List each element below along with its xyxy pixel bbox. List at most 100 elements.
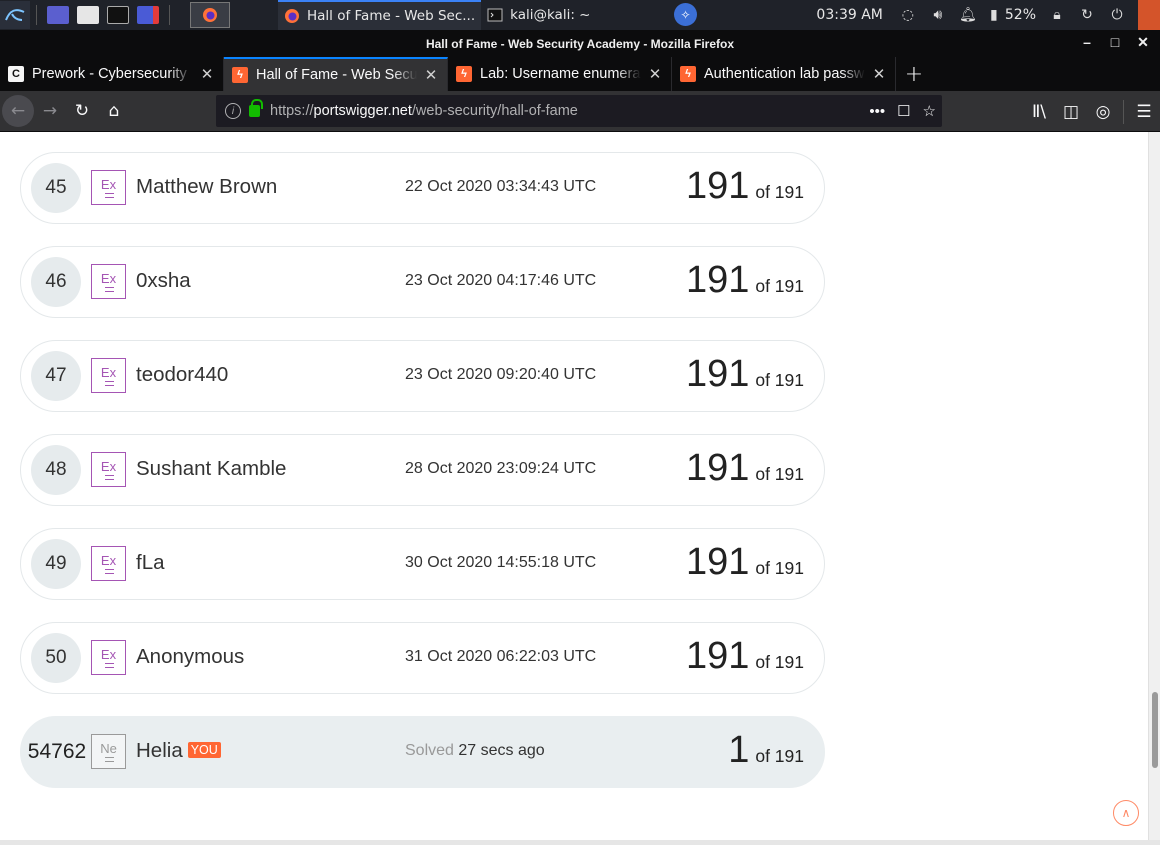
home-button[interactable]: ⌂ bbox=[98, 95, 130, 127]
kali-menu-icon[interactable] bbox=[0, 1, 30, 29]
leaderboard-row: 48 Ex Sushant Kamble 28 Oct 2020 23:09:2… bbox=[20, 434, 825, 506]
pocket-icon[interactable]: ☐ bbox=[897, 102, 910, 120]
rank-number: 45 bbox=[31, 163, 81, 213]
network-manager-icon[interactable]: ✧ bbox=[674, 3, 697, 26]
sync-icon[interactable]: ◌ bbox=[898, 5, 918, 25]
secure-lock-icon[interactable] bbox=[249, 99, 263, 117]
score-value: 191 bbox=[685, 165, 750, 207]
score: 191 of 191 bbox=[686, 165, 804, 208]
expert-badge-icon: Ex bbox=[91, 452, 126, 487]
tab-close-icon[interactable]: ✕ bbox=[199, 65, 215, 83]
taskbar-task-label: Hall of Fame - Web Sec... bbox=[307, 8, 476, 24]
rank-number: 48 bbox=[31, 445, 81, 495]
tab-label: Hall of Fame - Web Security Academy bbox=[256, 67, 417, 83]
site-info-icon[interactable]: i bbox=[225, 103, 241, 119]
user-name[interactable]: Helia YOU bbox=[136, 739, 221, 763]
score-value: 191 bbox=[685, 635, 750, 677]
lock-screen-icon[interactable]: 🔒︎ bbox=[1047, 5, 1067, 25]
you-badge: YOU bbox=[187, 742, 221, 758]
user-name[interactable]: Sushant Kamble bbox=[136, 457, 286, 481]
maximize-icon[interactable]: □ bbox=[1108, 34, 1122, 51]
leaderboard-row: 47 Ex teodor440 23 Oct 2020 09:20:40 UTC… bbox=[20, 340, 825, 412]
clock[interactable]: 03:39 AM bbox=[816, 7, 882, 23]
tab-lab-username-enumeration[interactable]: ϟ Lab: Username enumeration ✕ bbox=[448, 57, 672, 91]
rank-number: 50 bbox=[31, 633, 81, 683]
tab-auth-lab-passwords[interactable]: ϟ Authentication lab passwords ✕ bbox=[672, 57, 896, 91]
score-value: 191 bbox=[685, 447, 750, 489]
portswigger-favicon-icon: ϟ bbox=[680, 66, 696, 82]
forward-button[interactable]: → bbox=[34, 95, 66, 127]
bookmark-star-icon[interactable]: ☆ bbox=[923, 102, 936, 120]
volume-icon[interactable]: 🔊︎ bbox=[928, 5, 948, 25]
desktop-icon[interactable] bbox=[47, 6, 69, 24]
score: 191 of 191 bbox=[686, 259, 804, 302]
taskbar-task-terminal[interactable]: kali@kali: ~ bbox=[481, 0, 596, 30]
refresh-session-icon[interactable]: ↻ bbox=[1077, 5, 1097, 25]
window-title: Hall of Fame - Web Security Academy - Mo… bbox=[425, 36, 735, 51]
score-total: of 191 bbox=[755, 746, 804, 766]
page-actions-icon[interactable]: ••• bbox=[869, 103, 885, 120]
completion-date: 23 Oct 2020 04:17:46 UTC bbox=[405, 272, 597, 289]
scroll-to-top-icon[interactable]: ∧ bbox=[1113, 800, 1139, 826]
url-scheme: https:// bbox=[270, 103, 314, 119]
scrollbar-thumb[interactable] bbox=[1152, 692, 1158, 768]
completion-date: 22 Oct 2020 03:34:43 UTC bbox=[405, 178, 597, 195]
taskbar-task-firefox[interactable]: Hall of Fame - Web Sec... bbox=[278, 0, 482, 30]
power-icon[interactable]: ⏻ bbox=[1107, 5, 1127, 25]
firefox-launcher-icon[interactable] bbox=[190, 2, 230, 28]
user-name[interactable]: Anonymous bbox=[136, 645, 244, 669]
page-scrollbar[interactable] bbox=[1148, 132, 1160, 840]
reload-button[interactable]: ↻ bbox=[66, 95, 98, 127]
score-total: of 191 bbox=[755, 464, 804, 484]
terminal-launcher-icon[interactable] bbox=[107, 6, 129, 24]
close-window-icon[interactable]: ✕ bbox=[1136, 34, 1150, 51]
user-name[interactable]: Matthew Brown bbox=[136, 175, 277, 199]
battery-icon[interactable]: ▮ bbox=[988, 5, 1000, 25]
completion-date: 30 Oct 2020 14:55:18 UTC bbox=[405, 554, 597, 571]
url-bar[interactable]: i https://portswigger.net/web-security/h… bbox=[216, 95, 942, 127]
leaderboard-row: 50 Ex Anonymous 31 Oct 2020 06:22:03 UTC… bbox=[20, 622, 825, 694]
new-tab-button[interactable]: + bbox=[896, 57, 932, 91]
tab-prework[interactable]: C Prework - Cybersecurity ✕ bbox=[0, 57, 224, 91]
user-name[interactable]: 0xsha bbox=[136, 269, 191, 293]
tab-hall-of-fame[interactable]: ϟ Hall of Fame - Web Security Academy ✕ bbox=[224, 57, 448, 91]
terminal-icon bbox=[487, 8, 503, 22]
notification-bell-icon[interactable]: 🔔︎ bbox=[958, 5, 978, 25]
expert-badge-icon: Ex bbox=[91, 358, 126, 393]
library-icon[interactable]: Ⅱ\ bbox=[1023, 96, 1055, 128]
user-name-text: Helia bbox=[136, 739, 183, 762]
rank-number: 46 bbox=[31, 257, 81, 307]
tab-label: Lab: Username enumeration bbox=[480, 66, 641, 82]
user-name[interactable]: teodor440 bbox=[136, 363, 228, 387]
solved-time: Solved 27 secs ago bbox=[405, 742, 545, 760]
score-total: of 191 bbox=[755, 182, 804, 202]
account-icon[interactable]: ◎ bbox=[1087, 96, 1119, 128]
back-button[interactable]: ← bbox=[2, 95, 34, 127]
newbie-badge-icon: Ne bbox=[91, 734, 126, 769]
window-titlebar: Hall of Fame - Web Security Academy - Mo… bbox=[0, 30, 1160, 57]
leaderboard-row: 49 Ex fLa 30 Oct 2020 14:55:18 UTC 191 of… bbox=[20, 528, 825, 600]
score: 191 of 191 bbox=[686, 635, 804, 678]
firefox-icon bbox=[285, 9, 299, 23]
tab-close-icon[interactable]: ✕ bbox=[423, 66, 439, 84]
score: 1 of 191 bbox=[728, 729, 804, 772]
file-manager-icon[interactable] bbox=[77, 6, 99, 24]
taskbar-separator bbox=[169, 5, 170, 25]
score-value: 191 bbox=[685, 259, 750, 301]
leaderboard-row: 45 Ex Matthew Brown 22 Oct 2020 03:34:43… bbox=[20, 152, 825, 224]
screen-recorder-icon[interactable] bbox=[137, 6, 159, 24]
tab-close-icon[interactable]: ✕ bbox=[647, 65, 663, 83]
tab-close-icon[interactable]: ✕ bbox=[871, 65, 887, 83]
user-name[interactable]: fLa bbox=[136, 551, 165, 575]
os-taskbar: Hall of Fame - Web Sec... kali@kali: ~ ✧… bbox=[0, 0, 1160, 30]
sidebar-icon[interactable]: ◫ bbox=[1055, 96, 1087, 128]
url-path: /web-security/hall-of-fame bbox=[411, 103, 578, 119]
expert-badge-icon: Ex bbox=[91, 170, 126, 205]
hamburger-menu-icon[interactable]: ☰ bbox=[1128, 96, 1160, 128]
toolbar-separator bbox=[1123, 99, 1124, 124]
show-desktop-button[interactable] bbox=[1138, 0, 1160, 30]
minimize-icon[interactable]: – bbox=[1080, 34, 1094, 51]
expert-badge-icon: Ex bbox=[91, 640, 126, 675]
current-user-row: 54762 Ne Helia YOU Solved 27 secs ago 1 of… bbox=[20, 716, 825, 788]
score-total: of 191 bbox=[755, 652, 804, 672]
